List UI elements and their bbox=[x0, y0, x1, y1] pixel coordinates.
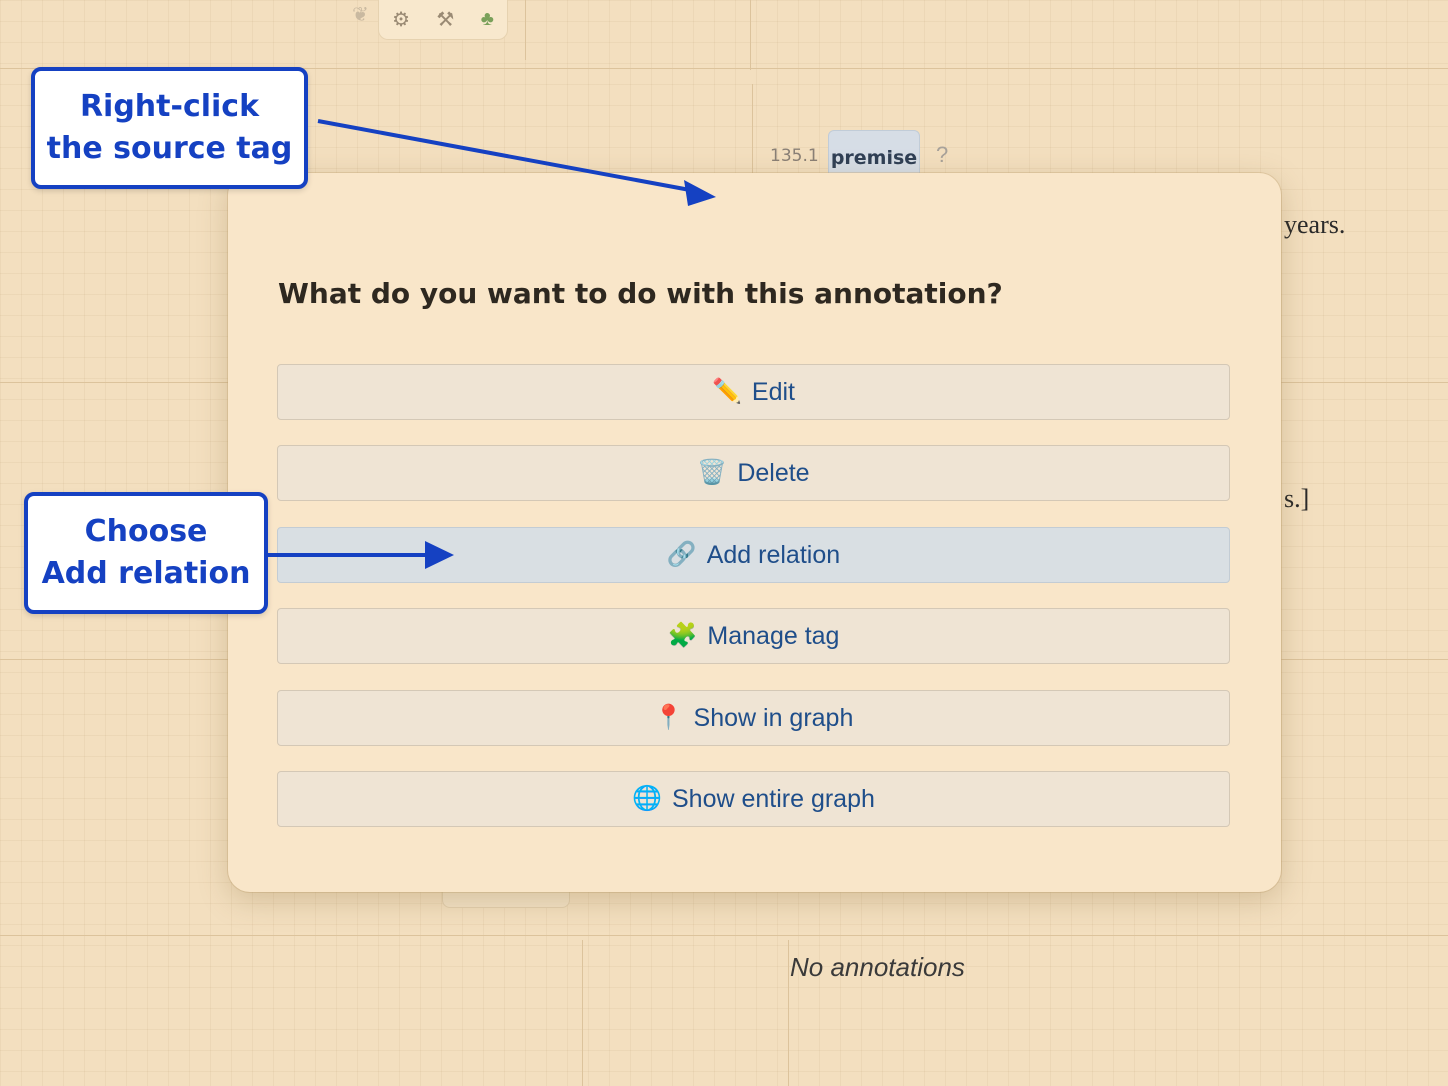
help-mark[interactable]: ? bbox=[936, 142, 948, 168]
pushpin-icon: 📍 bbox=[653, 704, 684, 731]
callout-line: the source tag bbox=[46, 131, 293, 166]
add-relation-button[interactable]: 🔗 Add relation bbox=[277, 527, 1230, 583]
wastebasket-icon: 🗑️ bbox=[697, 459, 728, 486]
delete-label: Delete bbox=[737, 458, 810, 487]
callout-add-relation: Choose Add relation bbox=[24, 492, 268, 614]
show-entire-graph-label: Show entire graph bbox=[671, 784, 875, 813]
text-fragment: s.] bbox=[1284, 484, 1310, 513]
edit-label: Edit bbox=[751, 377, 795, 406]
segment-number: 135.1 bbox=[770, 146, 819, 166]
add-relation-label: Add relation bbox=[706, 540, 841, 569]
delete-button[interactable]: 🗑️ Delete bbox=[277, 445, 1230, 501]
dialog-title: What do you want to do with this annotat… bbox=[278, 277, 1003, 310]
tree-icon[interactable]: ♣ bbox=[481, 8, 494, 31]
manage-tag-button[interactable]: 🧩 Manage tag bbox=[277, 608, 1230, 664]
toolbar: ⚙ ⚒ ♣ bbox=[378, 0, 508, 40]
pencil-icon: ✏️ bbox=[712, 378, 742, 405]
divider bbox=[0, 935, 1448, 936]
puzzle-icon: 🧩 bbox=[667, 622, 698, 649]
no-annotations-text: No annotations bbox=[790, 952, 965, 982]
divider bbox=[525, 0, 526, 60]
text-fragment: years. bbox=[1284, 210, 1346, 239]
callout-right-click: Right-click the source tag bbox=[31, 67, 308, 189]
manage-tag-label: Manage tag bbox=[707, 621, 840, 650]
show-entire-graph-button[interactable]: 🌐 Show entire graph bbox=[277, 771, 1230, 827]
callout-line: Add relation bbox=[41, 556, 251, 591]
globe-icon: 🌐 bbox=[632, 785, 662, 812]
show-in-graph-label: Show in graph bbox=[693, 703, 854, 732]
divider bbox=[582, 940, 583, 1086]
divider bbox=[750, 0, 751, 70]
edit-button[interactable]: ✏️ Edit bbox=[277, 364, 1230, 420]
callout-line: Choose bbox=[84, 514, 208, 549]
premise-tag[interactable]: premise bbox=[828, 130, 920, 178]
divider bbox=[788, 940, 789, 1086]
gear-icon[interactable]: ⚙ bbox=[392, 7, 410, 32]
feather-icon[interactable]: ❦ bbox=[352, 2, 369, 27]
divider bbox=[752, 84, 753, 184]
annotation-action-dialog: What do you want to do with this annotat… bbox=[228, 173, 1281, 892]
show-in-graph-button[interactable]: 📍 Show in graph bbox=[277, 690, 1230, 746]
link-icon: 🔗 bbox=[666, 541, 697, 568]
callout-line: Right-click bbox=[79, 89, 260, 124]
hammer-icon[interactable]: ⚒ bbox=[436, 7, 454, 32]
